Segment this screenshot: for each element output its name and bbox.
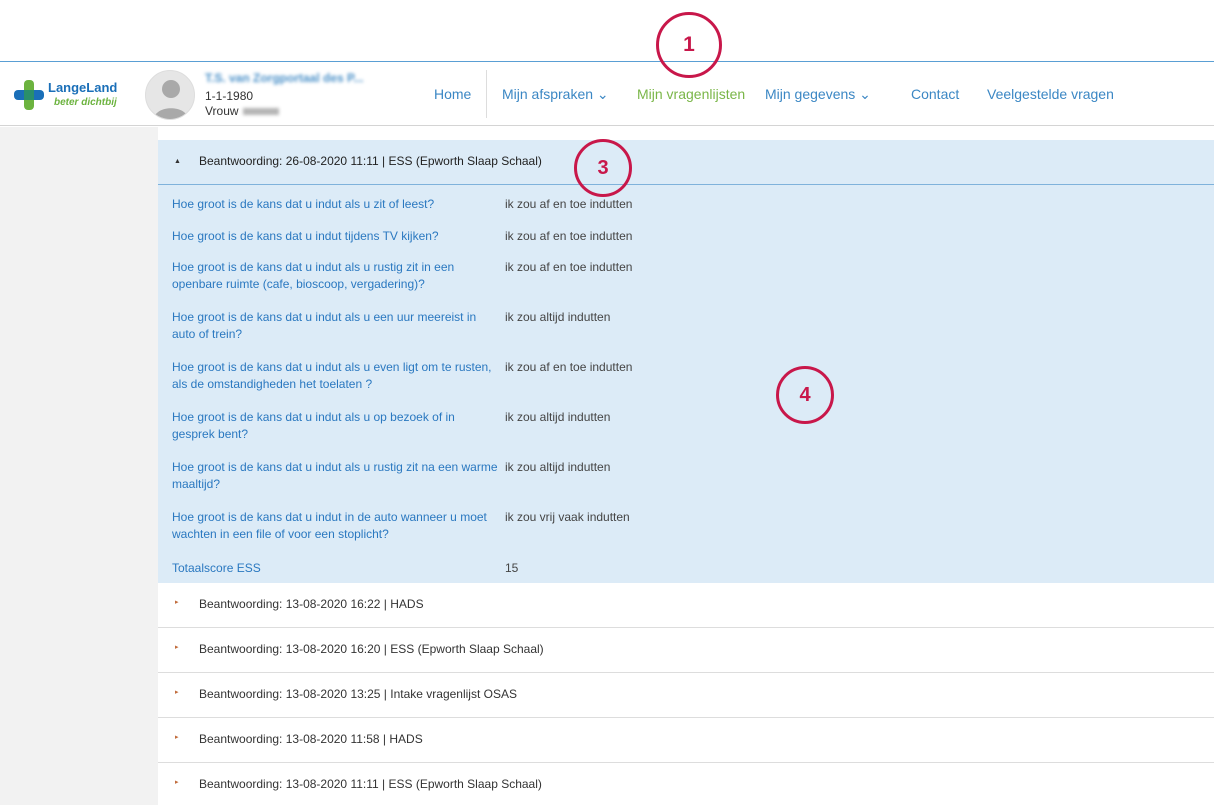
response-row[interactable]: ▸ Beantwoording: 13-08-2020 11:58 | HADS [158, 718, 1214, 763]
questionnaire-list: ▲ Beantwoording: 26-08-2020 11:11 | ESS … [158, 127, 1214, 805]
response-title: Beantwoording: 13-08-2020 16:20 | ESS (E… [199, 642, 544, 656]
answer-text: ik zou af en toe indutten [505, 229, 633, 243]
answer-text: ik zou vrij vaak indutten [505, 510, 630, 524]
answer-text: ik zou af en toe indutten [505, 197, 633, 211]
nav-mijn-gegevens[interactable]: Mijn gegevens ⌄ [765, 86, 871, 103]
question-text: Hoe groot is de kans dat u indut tijdens… [172, 229, 439, 243]
caret-right-icon: ▸ [175, 689, 179, 696]
response-row[interactable]: ▸ Beantwoording: 13-08-2020 16:20 | ESS … [158, 628, 1214, 673]
answer-text: ik zou altijd indutten [505, 460, 611, 474]
response-row[interactable]: ▸ Beantwoording: 13-08-2020 11:11 | ESS … [158, 763, 1214, 805]
question-text: Hoe groot is de kans dat u indut als u r… [172, 260, 455, 291]
nav-home[interactable]: Home [434, 86, 471, 102]
answer-text: ik zou af en toe indutten [505, 260, 633, 274]
response-title: Beantwoording: 13-08-2020 13:25 | Intake… [199, 687, 517, 701]
main-nav: Home Mijn afspraken ⌄ Mijn vragenlijsten… [0, 62, 1214, 126]
nav-mijn-afspraken[interactable]: Mijn afspraken ⌄ [502, 86, 609, 103]
caret-up-icon: ▲ [174, 158, 181, 165]
response-row[interactable]: ▸ Beantwoording: 13-08-2020 16:22 | HADS [158, 583, 1214, 628]
answer-text: ik zou altijd indutten [505, 410, 611, 424]
expanded-response-title: Beantwoording: 26-08-2020 11:11 | ESS (E… [199, 154, 542, 168]
nav-mijn-vragenlijsten[interactable]: Mijn vragenlijsten [637, 86, 745, 102]
total-score-value: 15 [505, 561, 519, 575]
expanded-response-header[interactable]: ▲ Beantwoording: 26-08-2020 11:11 | ESS … [158, 140, 1214, 185]
question-text: Hoe groot is de kans dat u indut in de a… [172, 510, 487, 541]
response-row[interactable]: ▸ Beantwoording: 13-08-2020 13:25 | Inta… [158, 673, 1214, 718]
response-title: Beantwoording: 13-08-2020 16:22 | HADS [199, 597, 424, 611]
question-text: Hoe groot is de kans dat u indut als u e… [172, 360, 492, 391]
nav-contact[interactable]: Contact [911, 86, 959, 102]
caret-right-icon: ▸ [175, 734, 179, 741]
answer-text: ik zou af en toe indutten [505, 360, 633, 374]
caret-right-icon: ▸ [175, 599, 179, 606]
caret-right-icon: ▸ [175, 779, 179, 786]
left-sidebar [0, 127, 158, 805]
annotation-marker-1: 1 [656, 12, 722, 78]
response-title: Beantwoording: 13-08-2020 11:11 | ESS (E… [199, 777, 542, 791]
nav-veelgestelde-vragen[interactable]: Veelgestelde vragen [987, 86, 1114, 102]
caret-right-icon: ▸ [175, 644, 179, 651]
response-title: Beantwoording: 13-08-2020 11:58 | HADS [199, 732, 423, 746]
answer-text: ik zou altijd indutten [505, 310, 611, 324]
question-text: Hoe groot is de kans dat u indut als u z… [172, 197, 435, 211]
question-text: Hoe groot is de kans dat u indut als u r… [172, 460, 498, 491]
site-header: LangeLand beter dichtbij T.S. van Zorgpo… [0, 62, 1214, 126]
annotation-marker-4: 4 [776, 366, 834, 424]
question-text: Hoe groot is de kans dat u indut als u e… [172, 310, 477, 341]
question-text: Hoe groot is de kans dat u indut als u o… [172, 410, 455, 441]
total-score-label: Totaalscore ESS [172, 561, 261, 575]
annotation-marker-3: 3 [574, 139, 632, 197]
nav-divider [486, 70, 487, 118]
